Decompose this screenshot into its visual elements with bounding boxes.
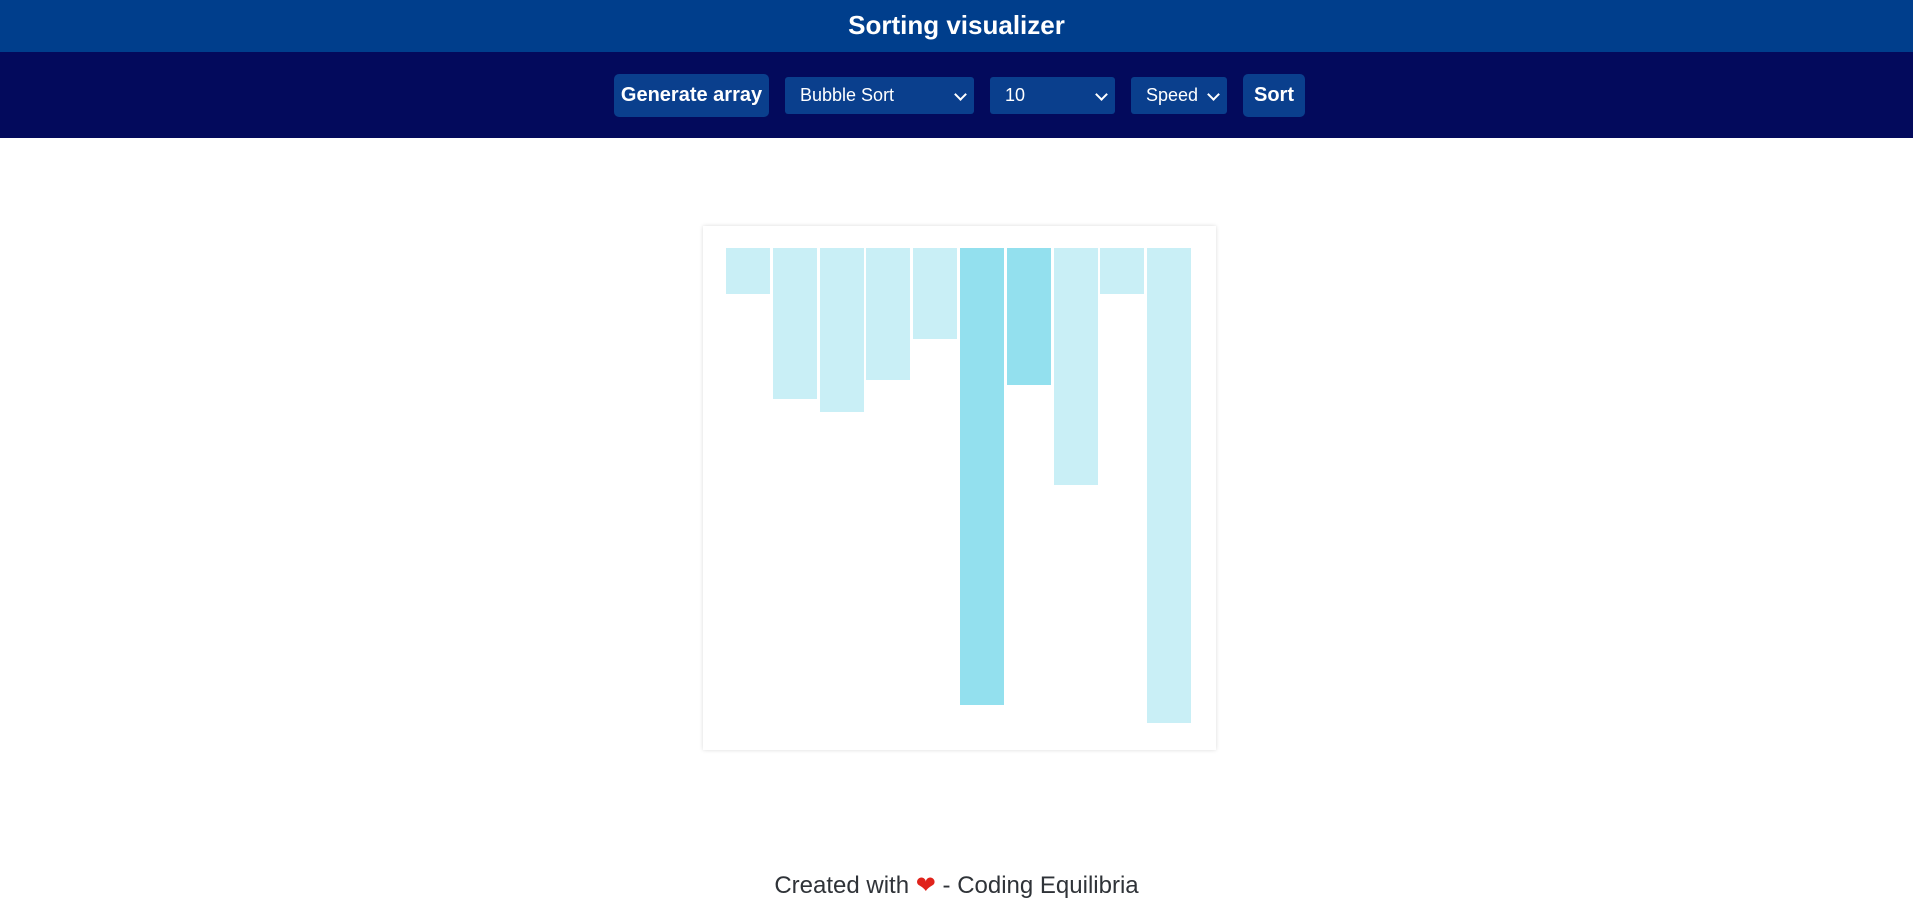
- array-bar: [726, 248, 770, 294]
- speed-select[interactable]: Speed: [1131, 77, 1227, 114]
- array-bar: [820, 248, 864, 412]
- array-bar: [913, 248, 957, 339]
- sorting-canvas: [703, 226, 1216, 750]
- array-bar: [1054, 248, 1098, 485]
- heart-icon: ❤: [916, 872, 936, 899]
- sort-button[interactable]: Sort: [1243, 74, 1305, 117]
- speed-select-value: Speed: [1146, 85, 1198, 105]
- chevron-down-icon: [954, 88, 967, 101]
- array-bar: [1100, 248, 1144, 294]
- chevron-down-icon: [1095, 88, 1108, 101]
- array-size-select-value: 10: [1005, 85, 1025, 105]
- app-title: Sorting visualizer: [0, 0, 1913, 52]
- array-bar: [960, 248, 1004, 705]
- array-bar: [866, 248, 910, 380]
- footer-prefix: Created with: [774, 872, 909, 899]
- algorithm-select-value: Bubble Sort: [800, 85, 894, 105]
- generate-array-button[interactable]: Generate array: [614, 74, 769, 117]
- footer-suffix: - Coding Equilibria: [943, 872, 1139, 899]
- array-bar: [1007, 248, 1051, 385]
- array-bar: [1147, 248, 1191, 723]
- chevron-down-icon: [1207, 88, 1220, 101]
- algorithm-select[interactable]: Bubble Sort: [785, 77, 974, 114]
- array-size-select[interactable]: 10: [990, 77, 1115, 114]
- array-bar: [773, 248, 817, 399]
- footer: Created with ❤ - Coding Equilibria: [0, 871, 1913, 900]
